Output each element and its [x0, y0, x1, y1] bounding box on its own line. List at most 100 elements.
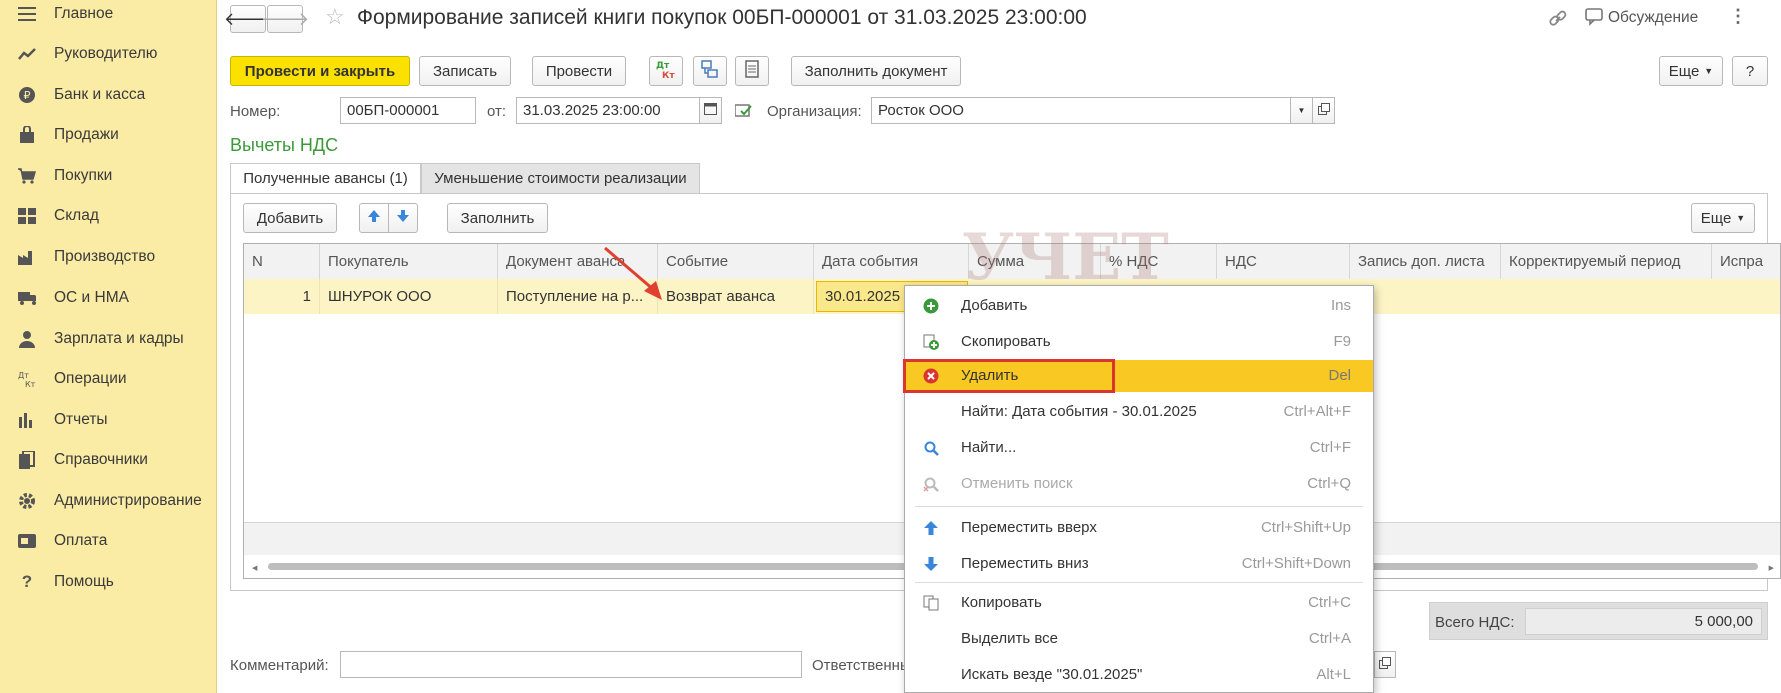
- column-header-extra-sheet[interactable]: Запись доп. листа: [1350, 244, 1501, 279]
- number-field[interactable]: 00БП-000001: [340, 97, 476, 124]
- favorite-star-icon[interactable]: ☆: [325, 4, 345, 30]
- menu-item-find-by-value[interactable]: Найти: Дата события - 30.01.2025 Ctrl+Al…: [905, 396, 1373, 428]
- menu-item-shortcut: Ins: [1330, 297, 1351, 314]
- post-and-close-button[interactable]: Провести и закрыть: [230, 56, 410, 86]
- menu-item-cancel-search[interactable]: Отменить поиск Ctrl+Q: [905, 468, 1373, 500]
- kebab-menu-icon[interactable]: ⋮: [1729, 6, 1747, 27]
- column-header-event-date[interactable]: Дата события: [814, 244, 969, 279]
- menu-item-shortcut: F9: [1333, 333, 1351, 350]
- menu-item-move-up[interactable]: Переместить вверх Ctrl+Shift+Up: [905, 512, 1373, 544]
- delete-red-icon: [923, 368, 939, 384]
- add-green-icon: [923, 298, 939, 314]
- menu-item-copy-row[interactable]: Скопировать F9: [905, 326, 1373, 358]
- sidebar-item-bank[interactable]: ₽ Банк и касса: [0, 77, 217, 113]
- move-up-button[interactable]: [359, 203, 389, 233]
- calendar-icon: [704, 102, 717, 119]
- scroll-left-icon[interactable]: ◀: [252, 564, 257, 572]
- sidebar-item-label: Оплата: [54, 532, 108, 549]
- cell-n[interactable]: 1: [244, 279, 320, 314]
- open-external-icon: [1317, 102, 1330, 119]
- help-button[interactable]: ?: [1732, 56, 1768, 86]
- save-button[interactable]: Записать: [419, 56, 511, 86]
- arrow-down-icon: [396, 209, 410, 227]
- tab-received-advances[interactable]: Полученные авансы (1): [230, 163, 421, 193]
- forward-button[interactable]: 🡒: [261, 5, 309, 33]
- post-button[interactable]: Провести: [532, 56, 626, 86]
- menu-item-shortcut: Alt+L: [1316, 666, 1351, 683]
- column-header-buyer[interactable]: Покупатель: [320, 244, 498, 279]
- sidebar-item-payment[interactable]: Оплата: [0, 523, 217, 559]
- menu-item-label: Копировать: [961, 594, 1042, 611]
- sidebar-item-directories[interactable]: Справочники: [0, 442, 217, 478]
- fill-document-button[interactable]: Заполнить документ: [791, 56, 961, 86]
- sidebar-item-sales[interactable]: Продажи: [0, 117, 217, 153]
- hierarchy-icon: [701, 60, 719, 82]
- menu-item-shortcut: Ctrl+F: [1309, 439, 1351, 456]
- sidebar-item-assets[interactable]: ОС и НМА: [0, 280, 217, 316]
- dt-kt-icon: Дт Кт: [655, 59, 677, 83]
- organization-open-button[interactable]: [1312, 97, 1335, 124]
- column-header-vat-rate[interactable]: % НДС: [1101, 244, 1217, 279]
- menu-item-delete[interactable]: Удалить Del: [905, 360, 1373, 392]
- sidebar-item-manager[interactable]: Руководителю: [0, 36, 217, 72]
- dt-kt-button[interactable]: Дт Кт: [649, 56, 683, 86]
- cell-buyer[interactable]: ШНУРОК ООО: [320, 279, 498, 314]
- warehouse-icon: [18, 207, 36, 225]
- structure-button[interactable]: [693, 56, 727, 86]
- fill-table-button[interactable]: Заполнить: [447, 203, 548, 233]
- sidebar-item-help[interactable]: ? Помощь: [0, 564, 217, 600]
- sidebar-item-main[interactable]: Главное: [0, 0, 217, 32]
- menu-item-label: Удалить: [961, 367, 1019, 384]
- menu-item-shortcut: Ctrl+Alt+F: [1283, 403, 1351, 420]
- tab-cost-reduction[interactable]: Уменьшение стоимости реализации: [421, 163, 700, 193]
- sidebar-item-label: Продажи: [54, 126, 119, 143]
- discussion-button[interactable]: Обсуждение: [1608, 9, 1698, 27]
- menu-item-find[interactable]: Найти... Ctrl+F: [905, 432, 1373, 464]
- context-menu: Добавить Ins Скопировать F9 Удалить Del …: [904, 285, 1374, 693]
- column-header-vat[interactable]: НДС: [1217, 244, 1350, 279]
- postings-status-icon[interactable]: [734, 103, 753, 119]
- menu-item-copy[interactable]: Копировать Ctrl+C: [905, 587, 1373, 619]
- sidebar-item-label: Операции: [54, 370, 127, 387]
- document-list-icon: [745, 60, 759, 82]
- sidebar-item-operations[interactable]: Дт Кт Операции: [0, 361, 217, 397]
- table-more-button[interactable]: Еще ▼: [1691, 203, 1755, 233]
- arrow-down-icon: [923, 556, 939, 572]
- scroll-right-icon[interactable]: ▶: [1769, 564, 1774, 572]
- date-field[interactable]: 31.03.2025 23:00:00: [516, 97, 700, 124]
- column-header-amount[interactable]: Сумма: [969, 244, 1101, 279]
- column-header-event[interactable]: Событие: [658, 244, 814, 279]
- sidebar-item-salary[interactable]: Зарплата и кадры: [0, 321, 217, 357]
- menu-item-add[interactable]: Добавить Ins: [905, 290, 1373, 322]
- sidebar-item-admin[interactable]: Администрирование: [0, 483, 217, 519]
- calendar-button[interactable]: [699, 97, 722, 124]
- menu-item-label: Найти: Дата события - 30.01.2025: [961, 403, 1197, 420]
- sidebar-item-purchases[interactable]: Покупки: [0, 158, 217, 194]
- menu-separator: [915, 582, 1363, 583]
- print-list-button[interactable]: [735, 56, 769, 86]
- link-icon[interactable]: [1547, 8, 1569, 30]
- copy-add-icon: [923, 334, 939, 350]
- responsible-open-button[interactable]: [1374, 651, 1396, 678]
- menu-item-label: Переместить вниз: [961, 555, 1089, 572]
- column-header-n[interactable]: N: [244, 244, 320, 279]
- move-down-button[interactable]: [388, 203, 418, 233]
- menu-item-label: Добавить: [961, 297, 1028, 314]
- menu-icon: [18, 5, 36, 23]
- menu-item-move-down[interactable]: Переместить вниз Ctrl+Shift+Down: [905, 548, 1373, 580]
- sidebar-item-production[interactable]: Производство: [0, 239, 217, 275]
- organization-dropdown-button[interactable]: ▼: [1290, 97, 1313, 124]
- sidebar-item-reports[interactable]: Отчеты: [0, 402, 217, 438]
- organization-field[interactable]: Росток ООО: [871, 97, 1291, 124]
- cell-event[interactable]: Возврат аванса: [658, 279, 814, 314]
- add-row-button[interactable]: Добавить: [243, 203, 337, 233]
- truck-icon: [18, 289, 36, 307]
- column-header-corrected-period[interactable]: Корректируемый период: [1501, 244, 1712, 279]
- column-header-correction[interactable]: Испра: [1712, 244, 1780, 279]
- gear-icon: [18, 492, 36, 510]
- sidebar-item-warehouse[interactable]: Склад: [0, 198, 217, 234]
- menu-item-select-all[interactable]: Выделить все Ctrl+A: [905, 623, 1373, 655]
- menu-item-search-everywhere[interactable]: Искать везде "30.01.2025" Alt+L: [905, 659, 1373, 691]
- comment-field[interactable]: [340, 651, 802, 678]
- more-button[interactable]: Еще ▼: [1659, 56, 1723, 86]
